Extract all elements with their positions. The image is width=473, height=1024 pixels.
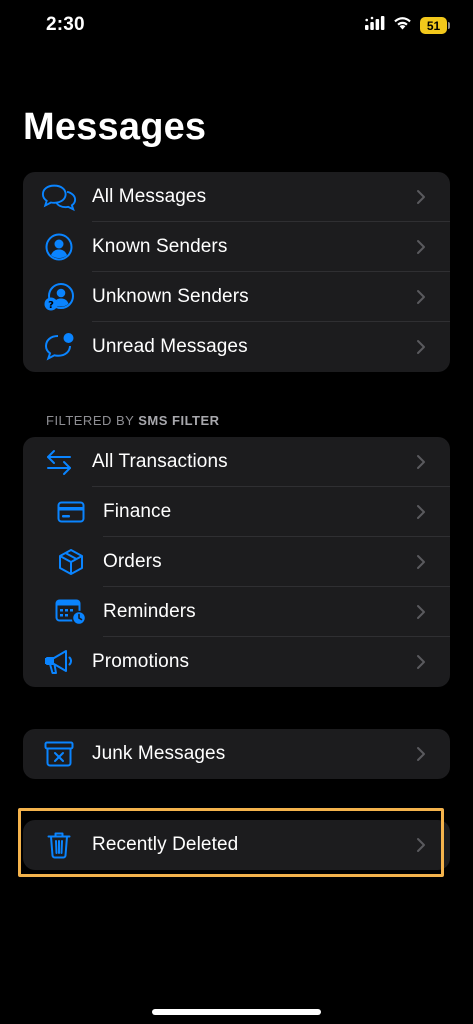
row-known-senders[interactable]: Known Senders [23, 222, 450, 272]
filtered-group: All Transactions Finance Orders Reminder… [23, 437, 450, 687]
status-icons: 51 [365, 16, 450, 35]
chevron-right-icon [417, 455, 425, 469]
status-time: 2:30 [46, 14, 85, 35]
person-circle-icon [41, 229, 77, 265]
row-label: Reminders [103, 601, 196, 622]
chevron-right-icon [417, 505, 425, 519]
chat-bubbles-icon [41, 179, 77, 215]
trash-icon [41, 827, 77, 863]
chevron-right-icon [417, 290, 425, 304]
cellular-signal-icon [365, 16, 385, 35]
chevron-right-icon [417, 240, 425, 254]
deleted-group: Recently Deleted [23, 820, 450, 870]
chevron-right-icon [417, 655, 425, 669]
row-finance[interactable]: Finance [23, 487, 450, 537]
row-all-transactions[interactable]: All Transactions [23, 437, 450, 487]
row-label: All Messages [92, 186, 207, 207]
megaphone-icon [41, 644, 77, 680]
battery-icon: 51 [420, 17, 450, 34]
status-bar: 2:30 51 [0, 0, 473, 54]
junk-box-icon [41, 736, 77, 772]
junk-group: Junk Messages [23, 729, 450, 779]
section-header-filtered: FILTERED BY SMS FILTER [46, 413, 220, 428]
unread-bubble-icon [41, 329, 77, 365]
row-label: Known Senders [92, 236, 228, 257]
row-label: Unknown Senders [92, 286, 249, 307]
row-label: Unread Messages [92, 336, 248, 357]
row-junk-messages[interactable]: Junk Messages [23, 729, 450, 779]
person-question-icon: ? [41, 279, 77, 315]
package-icon [53, 544, 89, 580]
chevron-right-icon [417, 190, 425, 204]
row-reminders[interactable]: Reminders [23, 587, 450, 637]
chevron-right-icon [417, 555, 425, 569]
arrows-exchange-icon [41, 444, 77, 480]
row-recently-deleted[interactable]: Recently Deleted [23, 820, 450, 870]
home-indicator[interactable] [152, 1009, 321, 1015]
chevron-right-icon [417, 340, 425, 354]
row-label: All Transactions [92, 451, 228, 472]
chevron-right-icon [417, 838, 425, 852]
row-orders[interactable]: Orders [23, 537, 450, 587]
row-label: Promotions [92, 651, 190, 672]
messages-group: All Messages Known Senders ? Unknown Sen… [23, 172, 450, 372]
row-label: Finance [103, 501, 172, 522]
row-promotions[interactable]: Promotions [23, 637, 450, 687]
section-header-prefix: FILTERED BY [46, 413, 135, 428]
page-title: Messages [23, 106, 207, 148]
section-header-bold: SMS FILTER [138, 413, 220, 428]
wifi-icon [393, 16, 412, 35]
chevron-right-icon [417, 605, 425, 619]
row-all-messages[interactable]: All Messages [23, 172, 450, 222]
svg-text:?: ? [48, 300, 54, 311]
row-label: Orders [103, 551, 162, 572]
row-unknown-senders[interactable]: ? Unknown Senders [23, 272, 450, 322]
calendar-clock-icon [53, 594, 89, 630]
row-unread-messages[interactable]: Unread Messages [23, 322, 450, 372]
row-label: Recently Deleted [92, 834, 239, 855]
row-label: Junk Messages [92, 743, 226, 764]
chevron-right-icon [417, 747, 425, 761]
credit-card-icon [53, 494, 89, 530]
